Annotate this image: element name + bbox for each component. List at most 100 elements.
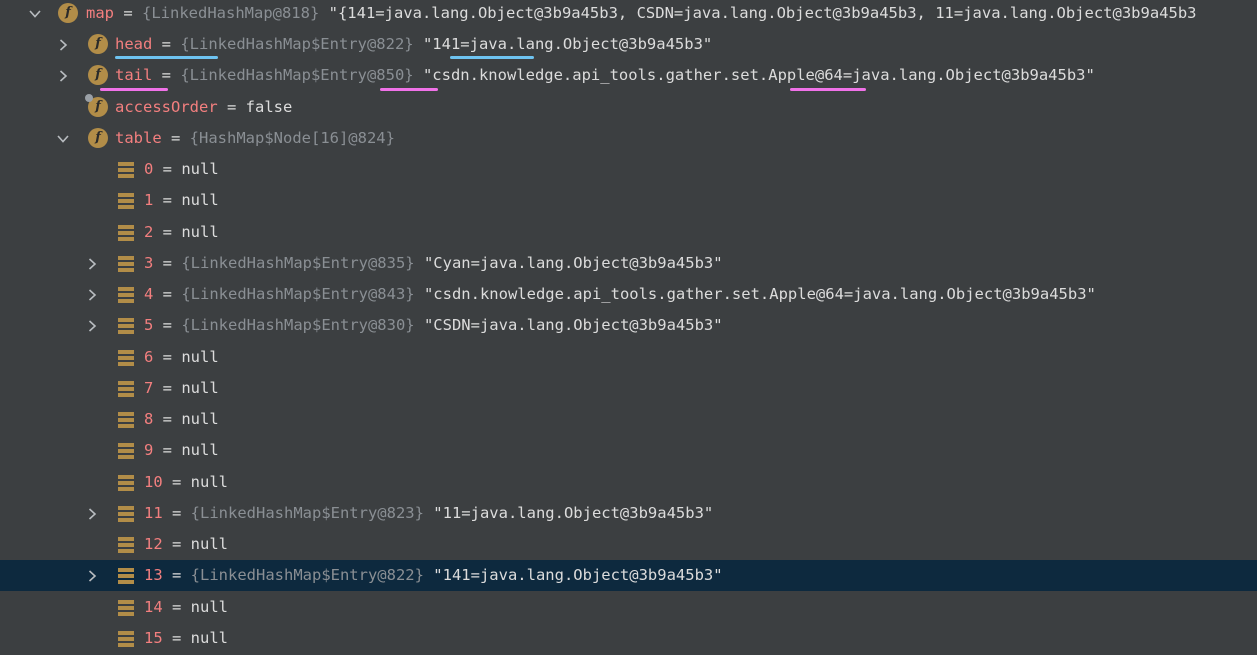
field-icon: f bbox=[88, 34, 108, 54]
type-hint: {LinkedHashMap@818} bbox=[142, 4, 320, 22]
map-label: map = {LinkedHashMap@818} "{141=java.lan… bbox=[86, 4, 1197, 22]
type-hint: {LinkedHashMap$Entry@850} bbox=[180, 66, 414, 84]
table-entry-row[interactable]: 11 = {LinkedHashMap$Entry@823} "11=java.… bbox=[0, 498, 1257, 529]
array-element-icon bbox=[118, 381, 134, 397]
entry-value: null bbox=[181, 191, 219, 209]
highlight-underline-tail-name bbox=[100, 88, 168, 91]
chevron-right-icon[interactable] bbox=[85, 248, 99, 279]
table-entry-row[interactable]: 1 = null bbox=[0, 185, 1257, 216]
chevron-right-icon[interactable] bbox=[85, 498, 99, 529]
entry-value: null bbox=[181, 348, 219, 366]
table-entry-label: 2 = null bbox=[144, 217, 219, 248]
tree-row-tail[interactable]: f tail = {LinkedHashMap$Entry@850} "csdn… bbox=[0, 60, 1257, 91]
entry-value: null bbox=[181, 410, 219, 428]
table-entry-label: 6 = null bbox=[144, 342, 219, 373]
entry-index: 0 bbox=[144, 160, 154, 178]
entry-value: null bbox=[181, 441, 219, 459]
type-hint: {HashMap$Node[16]@824} bbox=[189, 129, 395, 147]
table-entry-row[interactable]: 10 = null bbox=[0, 467, 1257, 498]
equals-sign: = bbox=[153, 410, 182, 428]
field-name: map bbox=[86, 4, 114, 22]
chevron-right-icon[interactable] bbox=[56, 29, 70, 60]
table-entry-row[interactable]: 6 = null bbox=[0, 342, 1257, 373]
equals-sign: = bbox=[162, 473, 191, 491]
field-icon: f bbox=[58, 3, 78, 23]
table-entry-row[interactable]: 9 = null bbox=[0, 435, 1257, 466]
array-element-icon bbox=[118, 506, 134, 522]
tree-row-accessorder[interactable]: f accessOrder = false bbox=[0, 92, 1257, 123]
table-entry-row[interactable]: 13 = {LinkedHashMap$Entry@822} "141=java… bbox=[0, 560, 1257, 591]
debugger-variables-tree: f map = {LinkedHashMap@818} "{141=java.l… bbox=[0, 0, 1257, 655]
entry-index: 6 bbox=[144, 348, 154, 366]
table-entry-label: 10 = null bbox=[144, 467, 228, 498]
array-element-icon bbox=[118, 256, 134, 272]
array-element-icon bbox=[118, 631, 134, 647]
highlight-underline-head-name bbox=[115, 56, 218, 59]
table-entry-row[interactable]: 7 = null bbox=[0, 373, 1257, 404]
field-value: "csdn.knowledge.api_tools.gather.set.App… bbox=[413, 66, 1095, 84]
entry-value: "11=java.lang.Object@3b9a45b3" bbox=[423, 504, 714, 522]
tree-row-map[interactable]: f map = {LinkedHashMap@818} "{141=java.l… bbox=[0, 0, 1257, 29]
entry-index: 13 bbox=[144, 566, 163, 584]
chevron-right-icon[interactable] bbox=[85, 279, 99, 310]
table-entry-row[interactable]: 8 = null bbox=[0, 404, 1257, 435]
field-value: false bbox=[245, 98, 293, 116]
equals-sign: = bbox=[153, 160, 182, 178]
array-element-icon bbox=[118, 412, 134, 428]
field-name: accessOrder bbox=[115, 98, 218, 116]
table-entry-row[interactable]: 2 = null bbox=[0, 217, 1257, 248]
highlight-underline-tail-apple bbox=[790, 88, 866, 91]
equals-sign: = bbox=[162, 598, 191, 616]
equals-sign: = bbox=[162, 504, 191, 522]
chevron-right-icon[interactable] bbox=[56, 60, 70, 91]
type-hint: {LinkedHashMap$Entry@822} bbox=[180, 35, 414, 53]
entry-value: null bbox=[190, 598, 228, 616]
equals-sign: = bbox=[153, 441, 182, 459]
table-entry-row[interactable]: 4 = {LinkedHashMap$Entry@843} "csdn.know… bbox=[0, 279, 1257, 310]
table-entry-row[interactable]: 14 = null bbox=[0, 592, 1257, 623]
array-element-icon bbox=[118, 318, 134, 334]
table-entry-label: 4 = {LinkedHashMap$Entry@843} "csdn.know… bbox=[144, 279, 1096, 310]
array-element-icon bbox=[118, 225, 134, 241]
highlight-underline-head-value bbox=[450, 56, 534, 59]
array-element-icon bbox=[118, 162, 134, 178]
type-hint: {LinkedHashMap$Entry@843} bbox=[181, 285, 415, 303]
entry-value: null bbox=[190, 473, 228, 491]
chevron-down-icon[interactable] bbox=[56, 123, 70, 154]
table-entry-label: 0 = null bbox=[144, 154, 219, 185]
table-label: table = {HashMap$Node[16]@824} bbox=[115, 129, 395, 147]
equals-sign: = bbox=[153, 348, 182, 366]
table-entry-label: 15 = null bbox=[144, 623, 228, 654]
table-entry-row[interactable]: 0 = null bbox=[0, 154, 1257, 185]
field-icon: f bbox=[88, 65, 108, 85]
entry-value: "141=java.lang.Object@3b9a45b3" bbox=[423, 566, 723, 584]
array-element-icon bbox=[118, 537, 134, 553]
table-entry-label: 3 = {LinkedHashMap$Entry@835} "Cyan=java… bbox=[144, 248, 723, 279]
table-entry-label: 13 = {LinkedHashMap$Entry@822} "141=java… bbox=[144, 560, 723, 591]
chevron-right-icon[interactable] bbox=[85, 560, 99, 591]
equals-sign: = bbox=[162, 566, 191, 584]
entry-index: 8 bbox=[144, 410, 154, 428]
equals-sign: = bbox=[153, 379, 182, 397]
tree-row-table[interactable]: f table = {HashMap$Node[16]@824} bbox=[0, 123, 1257, 154]
table-entry-row[interactable]: 5 = {LinkedHashMap$Entry@830} "CSDN=java… bbox=[0, 310, 1257, 341]
table-entry-row[interactable]: 12 = null bbox=[0, 529, 1257, 560]
field-name: head bbox=[115, 35, 153, 53]
equals-sign: = bbox=[162, 629, 191, 647]
equals-sign: = bbox=[153, 223, 182, 241]
entry-value: null bbox=[181, 160, 219, 178]
chevron-down-icon[interactable] bbox=[28, 0, 42, 29]
type-hint: {LinkedHashMap$Entry@830} bbox=[181, 316, 415, 334]
array-element-icon bbox=[118, 443, 134, 459]
entry-index: 3 bbox=[144, 254, 154, 272]
entry-index: 1 bbox=[144, 191, 154, 209]
chevron-right-icon[interactable] bbox=[85, 310, 99, 341]
entry-value: null bbox=[190, 535, 228, 553]
highlight-underline-tail-id bbox=[380, 88, 438, 91]
table-entry-row[interactable]: 15 = null bbox=[0, 623, 1257, 654]
array-element-icon bbox=[118, 600, 134, 616]
table-entry-label: 12 = null bbox=[144, 529, 228, 560]
table-entry-label: 14 = null bbox=[144, 592, 228, 623]
entry-index: 9 bbox=[144, 441, 154, 459]
table-entry-row[interactable]: 3 = {LinkedHashMap$Entry@835} "Cyan=java… bbox=[0, 248, 1257, 279]
